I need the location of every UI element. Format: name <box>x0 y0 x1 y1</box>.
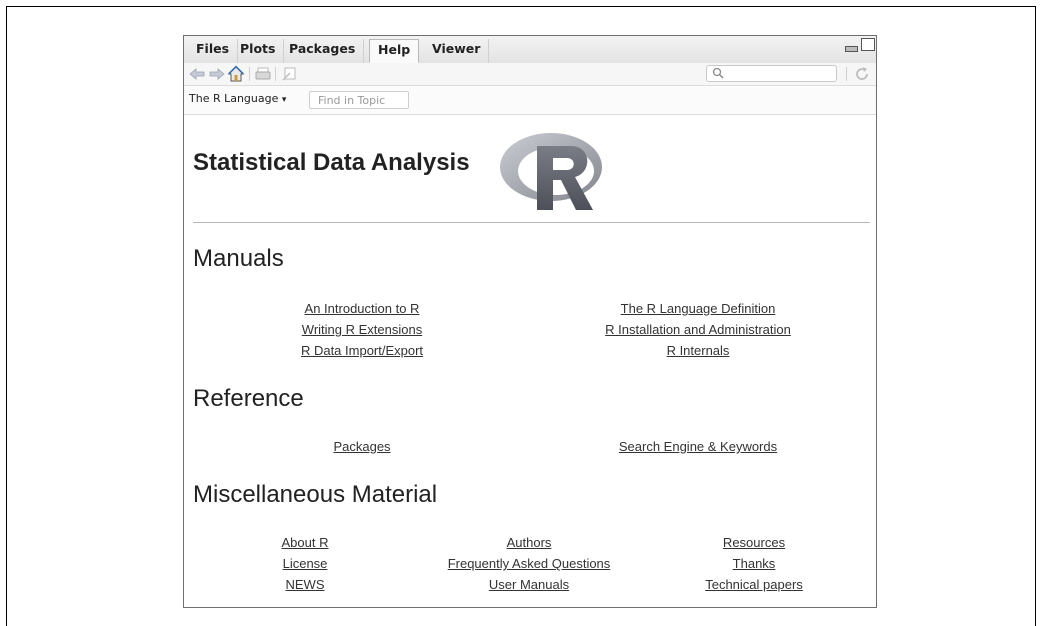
chevron-down-icon: ▾ <box>281 95 287 105</box>
link-r-data-import-export[interactable]: R Data Import/Export <box>301 343 423 358</box>
help-pane: Files Plots Packages Help Viewer The R L… <box>183 35 877 608</box>
link-r-internals[interactable]: R Internals <box>667 343 730 358</box>
link-thanks[interactable]: Thanks <box>733 556 776 571</box>
page-title: Statistical Data Analysis <box>193 149 470 176</box>
toolbar-separator <box>846 67 847 81</box>
home-icon[interactable] <box>227 65 245 83</box>
link-license[interactable]: License <box>283 556 328 571</box>
link-search-engine-keywords[interactable]: Search Engine & Keywords <box>619 439 777 454</box>
link-r-installation-admin[interactable]: R Installation and Administration <box>605 322 791 337</box>
language-label: The R Language <box>189 92 279 105</box>
help-toolbar <box>184 63 876 86</box>
print-icon[interactable] <box>254 65 272 83</box>
misc-heading: Miscellaneous Material <box>193 481 438 508</box>
pane-tab-bar: Files Plots Packages Help Viewer <box>184 36 876 64</box>
link-writing-r-extensions[interactable]: Writing R Extensions <box>302 322 422 337</box>
help-content: Statistical Data Analysis Manuals An Int… <box>184 115 876 607</box>
forward-arrow-icon[interactable] <box>208 65 226 83</box>
horizontal-rule <box>193 222 870 223</box>
open-in-window-icon[interactable] <box>280 65 298 83</box>
search-icon <box>712 67 724 79</box>
link-authors[interactable]: Authors <box>507 535 552 550</box>
tab-viewer[interactable]: Viewer <box>423 39 490 63</box>
language-dropdown[interactable]: The R Language ▾ <box>189 92 286 105</box>
tab-packages[interactable]: Packages <box>280 39 365 63</box>
refresh-icon[interactable] <box>853 65 871 83</box>
reference-heading: Reference <box>193 385 304 412</box>
link-faq[interactable]: Frequently Asked Questions <box>448 556 611 571</box>
link-news[interactable]: NEWS <box>286 577 325 592</box>
back-arrow-icon[interactable] <box>188 65 206 83</box>
minimize-pane-button[interactable] <box>845 46 858 52</box>
tab-plots[interactable]: Plots <box>231 39 285 63</box>
link-technical-papers[interactable]: Technical papers <box>705 577 803 592</box>
maximize-pane-button[interactable] <box>861 38 875 51</box>
r-logo <box>500 133 602 210</box>
toolbar-separator <box>275 67 276 81</box>
find-in-topic-input[interactable]: Find in Topic <box>309 91 409 109</box>
link-intro-to-r[interactable]: An Introduction to R <box>305 301 420 316</box>
link-about-r[interactable]: About R <box>282 535 329 550</box>
link-packages[interactable]: Packages <box>333 439 390 454</box>
topic-bar: The R Language ▾ Find in Topic <box>184 86 876 115</box>
help-search-input[interactable] <box>706 65 837 82</box>
link-r-language-definition[interactable]: The R Language Definition <box>621 301 776 316</box>
link-user-manuals[interactable]: User Manuals <box>489 577 569 592</box>
tab-help[interactable]: Help <box>369 39 420 63</box>
manuals-heading: Manuals <box>193 245 284 272</box>
link-resources[interactable]: Resources <box>723 535 785 550</box>
toolbar-separator <box>249 67 250 81</box>
